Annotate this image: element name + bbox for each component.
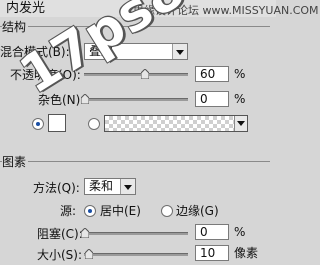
source-center-label[interactable]: 居中(E) — [100, 203, 141, 219]
opacity-slider-track[interactable] — [84, 73, 188, 76]
elements-section-title: 图素 — [2, 153, 29, 170]
choke-slider-track[interactable] — [84, 232, 188, 235]
chevron-down-icon — [120, 179, 135, 194]
technique-label: 方法(Q): — [33, 181, 80, 195]
slider-thumb-icon — [141, 69, 149, 79]
choke-slider-thumb[interactable] — [81, 228, 89, 238]
noise-unit: % — [234, 92, 246, 106]
source-edge-radio[interactable] — [161, 205, 173, 217]
noise-slider-thumb[interactable] — [81, 94, 89, 104]
gradient-radio[interactable] — [88, 118, 100, 130]
elements-divider — [0, 161, 270, 162]
size-input[interactable]: 10 — [195, 245, 229, 261]
chevron-down-icon — [234, 116, 247, 131]
opacity-input[interactable]: 60 — [195, 66, 229, 82]
opacity-slider-thumb[interactable] — [141, 69, 149, 79]
slider-thumb-icon — [81, 94, 89, 104]
source-edge-label[interactable]: 边缘(G) — [176, 203, 219, 219]
size-label: 大小(S): — [37, 248, 83, 262]
glow-color-swatch[interactable] — [48, 114, 66, 132]
slider-thumb-icon — [81, 228, 89, 238]
structure-section-title: 结构 — [2, 18, 29, 35]
source-center-radio[interactable] — [84, 205, 96, 217]
solid-color-radio[interactable] — [32, 118, 44, 130]
chevron-down-icon — [172, 44, 187, 59]
noise-input[interactable]: 0 — [195, 91, 229, 107]
technique-select[interactable]: 柔和 — [84, 178, 136, 195]
choke-label: 阻塞(C): — [37, 227, 83, 241]
choke-unit: % — [234, 225, 246, 239]
gradient-picker[interactable] — [104, 115, 248, 132]
size-unit: 像素 — [234, 246, 259, 260]
slider-thumb-icon — [85, 249, 93, 259]
technique-value: 柔和 — [89, 179, 114, 193]
panel-title: 内发光 — [6, 1, 46, 16]
source-label: 源: — [60, 204, 77, 218]
size-slider-thumb[interactable] — [85, 249, 93, 259]
opacity-unit: % — [234, 67, 246, 81]
noise-slider-track[interactable] — [84, 98, 188, 101]
size-slider-track[interactable] — [84, 253, 188, 256]
choke-input[interactable]: 0 — [195, 224, 229, 240]
